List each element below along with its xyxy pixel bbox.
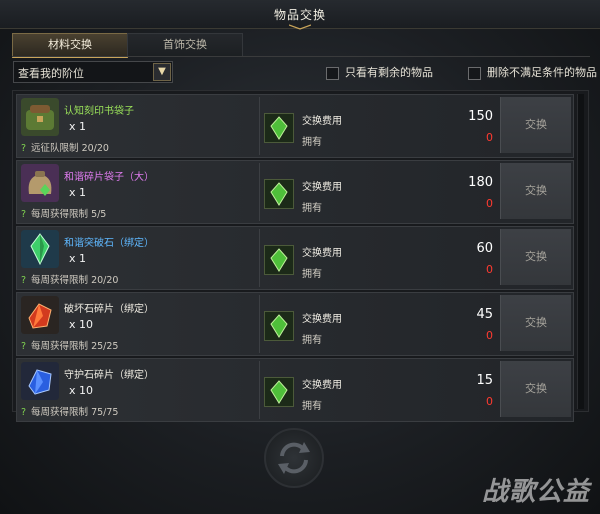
item-quantity: x 10 <box>69 384 94 397</box>
item-name: 认知刻印书袋子 <box>64 106 134 117</box>
question-icon[interactable]: ? <box>21 143 26 154</box>
question-icon[interactable]: ? <box>21 407 26 418</box>
item-name: 破坏石碎片（绑定） <box>64 304 154 315</box>
checkbox-box[interactable] <box>326 66 339 80</box>
row-divider <box>259 295 260 353</box>
scrollbar[interactable] <box>577 94 584 409</box>
exchange-button[interactable]: 交换 <box>500 295 571 351</box>
cost-label: 交换费用 <box>302 182 342 193</box>
exchange-row: 认知刻印书袋子 x 1 ? 远征队限制 20/20 交换费用 拥有 150 0 交… <box>16 94 574 158</box>
question-icon[interactable]: ? <box>21 275 26 286</box>
item-quantity: x 10 <box>69 318 94 331</box>
owned-label: 拥有 <box>302 203 322 214</box>
item-limit: ? 远征队限制 20/20 <box>21 140 109 154</box>
owned-value: 0 <box>486 395 493 408</box>
tab-divider <box>12 56 590 57</box>
checkbox-label: 只看有剩余的物品 <box>345 66 433 79</box>
tab-material-exchange[interactable]: 材料交换 <box>12 33 128 58</box>
window-titlebar: 物品交换 <box>0 0 600 30</box>
owned-value: 0 <box>486 197 493 210</box>
owned-value: 0 <box>486 329 493 342</box>
item-limit-text: 每周获得限制 25/25 <box>31 341 119 352</box>
currency-crystal-icon <box>264 113 294 143</box>
cost-value: 45 <box>476 307 493 322</box>
owned-value: 0 <box>486 131 493 144</box>
question-icon[interactable]: ? <box>21 209 26 220</box>
exchange-row: 守护石碎片（绑定） x 10 ? 每周获得限制 75/75 交换费用 拥有 15 … <box>16 358 574 422</box>
cost-label: 交换费用 <box>302 380 342 391</box>
item-name: 和谐突破石（绑定） <box>64 238 154 249</box>
exchange-row: 和谐突破石（绑定） x 1 ? 每周获得限制 20/20 交换费用 拥有 60 0… <box>16 226 574 290</box>
blue-stone-icon <box>21 362 59 400</box>
item-limit-text: 每周获得限制 5/5 <box>31 209 107 220</box>
item-limit: ? 每周获得限制 5/5 <box>21 206 106 220</box>
cost-label: 交换费用 <box>302 248 342 259</box>
tier-filter-value: 查看我的阶位 <box>18 67 84 80</box>
remaining-only-checkbox[interactable]: 只看有剩余的物品 <box>326 64 433 80</box>
swap-arrows-icon <box>264 428 324 488</box>
currency-crystal-icon <box>264 245 294 275</box>
cost-value: 180 <box>468 175 493 190</box>
row-divider <box>259 163 260 221</box>
exchange-button[interactable]: 交换 <box>500 97 571 153</box>
item-limit: ? 每周获得限制 25/25 <box>21 338 118 352</box>
item-name: 守护石碎片（绑定） <box>64 370 154 381</box>
item-name: 和谐碎片袋子（大） <box>64 172 154 183</box>
owned-value: 0 <box>486 263 493 276</box>
checkbox-label: 删除不满足条件的物品 <box>487 66 597 79</box>
chevron-down-icon[interactable]: ▼ <box>153 63 171 81</box>
row-divider <box>259 97 260 155</box>
item-limit-text: 每周获得限制 75/75 <box>31 407 119 418</box>
owned-label: 拥有 <box>302 137 322 148</box>
owned-label: 拥有 <box>302 269 322 280</box>
item-limit-text: 每周获得限制 20/20 <box>31 275 119 286</box>
currency-crystal-icon <box>264 179 294 209</box>
item-limit: ? 每周获得限制 75/75 <box>21 404 118 418</box>
exchange-row: 和谐碎片袋子（大） x 1 ? 每周获得限制 5/5 交换费用 拥有 180 0 … <box>16 160 574 224</box>
tab-accessory-exchange[interactable]: 首饰交换 <box>127 33 243 57</box>
cost-label: 交换费用 <box>302 314 342 325</box>
hide-unavailable-checkbox[interactable]: 删除不满足条件的物品 <box>468 64 597 80</box>
watermark: 战歌公益 <box>481 477 590 507</box>
red-stone-icon <box>21 296 59 334</box>
cost-value: 150 <box>468 109 493 124</box>
exchange-button[interactable]: 交换 <box>500 229 571 285</box>
question-icon[interactable]: ? <box>21 341 26 352</box>
cost-label: 交换费用 <box>302 116 342 127</box>
exchange-button[interactable]: 交换 <box>500 361 571 417</box>
checkbox-box[interactable] <box>468 66 481 80</box>
currency-crystal-icon <box>264 311 294 341</box>
shard-pouch-icon <box>21 164 59 202</box>
green-satchel-icon <box>21 98 59 136</box>
item-quantity: x 1 <box>69 252 87 265</box>
cost-value: 60 <box>476 241 493 256</box>
cost-value: 15 <box>476 373 493 388</box>
item-quantity: x 1 <box>69 120 87 133</box>
title-ornament-icon <box>289 24 311 30</box>
row-divider <box>259 361 260 419</box>
item-limit-text: 远征队限制 20/20 <box>31 143 109 154</box>
exchange-row: 破坏石碎片（绑定） x 10 ? 每周获得限制 25/25 交换费用 拥有 45 … <box>16 292 574 356</box>
exchange-button[interactable]: 交换 <box>500 163 571 219</box>
tier-filter-dropdown[interactable]: 查看我的阶位 ▼ <box>13 61 173 83</box>
item-quantity: x 1 <box>69 186 87 199</box>
owned-label: 拥有 <box>302 401 322 412</box>
green-crystal-icon <box>21 230 59 268</box>
owned-label: 拥有 <box>302 335 322 346</box>
row-divider <box>259 229 260 287</box>
item-limit: ? 每周获得限制 20/20 <box>21 272 118 286</box>
currency-crystal-icon <box>264 377 294 407</box>
window-title: 物品交换 <box>273 8 326 22</box>
